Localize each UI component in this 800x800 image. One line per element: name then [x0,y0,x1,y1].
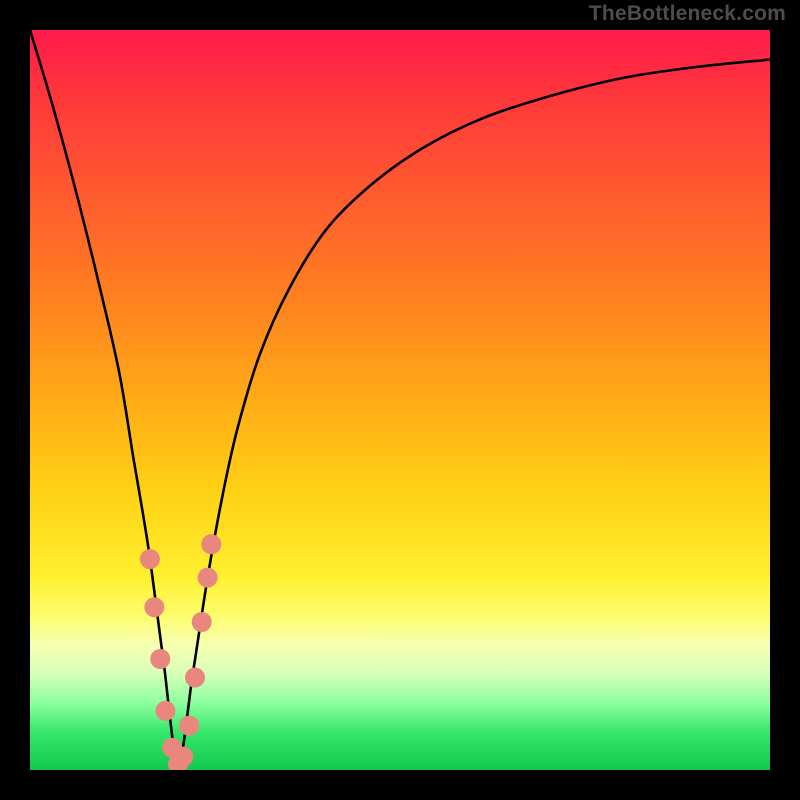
plot-area [30,30,770,770]
curve-layer [30,30,770,770]
data-point-marker [173,747,193,767]
chart-frame [20,20,780,780]
data-point-marker [140,549,160,569]
data-point-marker [179,716,199,736]
data-point-marker [185,668,205,688]
data-point-marker [144,597,164,617]
data-point-marker [201,534,221,554]
data-point-marker [198,568,218,588]
data-point-marker [192,612,212,632]
data-point-marker [155,701,175,721]
bottleneck-curve [30,30,770,763]
data-point-marker [150,649,170,669]
